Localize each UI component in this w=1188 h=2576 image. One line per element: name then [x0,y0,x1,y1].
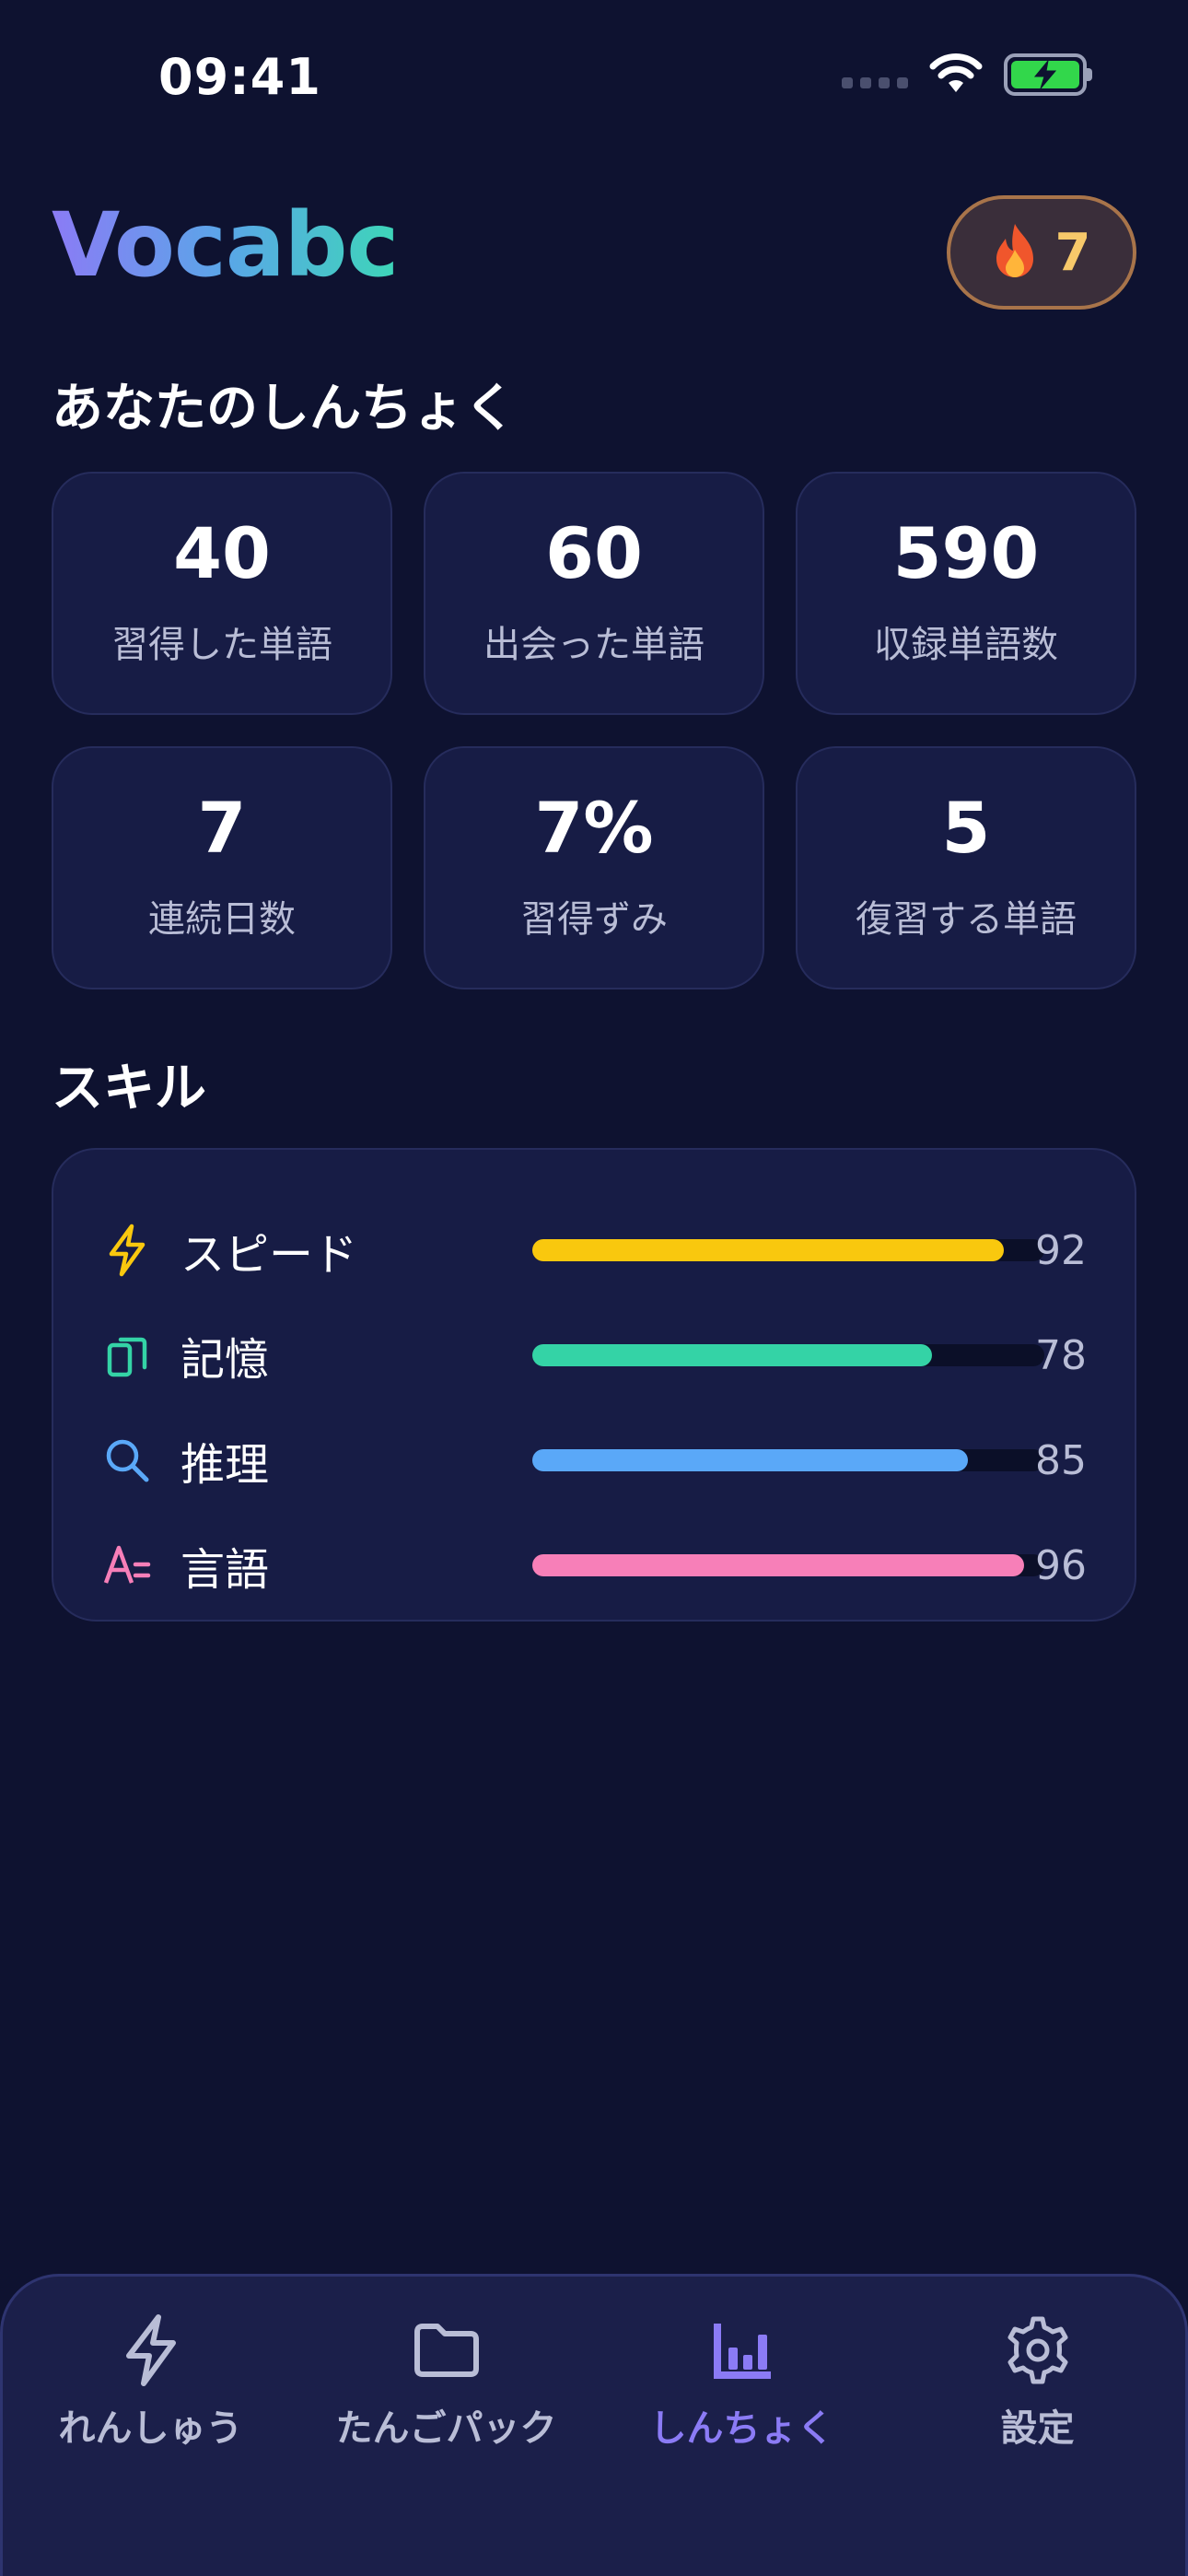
skill-name: 記憶 [181,1334,270,1386]
skill-bar [532,1449,1044,1471]
bottom-nav: れんしゅう たんごパック しんちょく 設定 [0,2274,1188,2576]
flame-icon [993,222,1037,283]
streak-badge[interactable]: 7 [947,195,1136,310]
skill-bar [532,1344,1044,1366]
lightning-icon [114,2313,188,2387]
memory-cards-icon [101,1329,153,1381]
skill-row-speed: スピード 92 [101,1198,1087,1303]
app-logo: Vocabc [52,193,399,297]
stat-value: 7% [534,787,654,869]
skill-name: スピード [181,1229,358,1281]
skill-value: 78 [1035,1331,1087,1379]
streak-count: 7 [1054,222,1091,283]
stat-label: 連続日数 [148,898,296,941]
search-icon [101,1434,153,1486]
stat-label: 出会った単語 [483,624,705,666]
nav-label: 設定 [1000,2407,1075,2450]
skill-bar-fill [532,1554,1024,1576]
nav-label: しんちょく [649,2407,834,2450]
skill-row-reasoning: 推理 85 [101,1408,1087,1513]
skill-value: 96 [1035,1541,1087,1589]
stat-value: 60 [545,512,643,594]
nav-label: たんごパック [335,2407,557,2450]
skill-name: 推理 [181,1439,270,1491]
skills-title: スキル [52,1059,206,1118]
folder-icon [410,2313,483,2387]
stat-label: 復習する単語 [856,898,1077,941]
nav-item-settings[interactable]: 設定 [890,2313,1185,2576]
nav-item-progress[interactable]: しんちょく [594,2313,890,2576]
stat-card-total-words: 590 収録単語数 [796,472,1136,715]
skill-bar [532,1239,1044,1261]
progress-screen: 09:41 Vocabc 7 あなたのしんちょく 40 習得した単語 60 出会… [0,0,1188,2576]
stat-card-mastered-percent: 7% 習得ずみ [424,746,764,989]
stats-grid: 40 習得した単語 60 出会った単語 590 収録単語数 7 連続日数 7% … [52,472,1136,989]
stat-card-review-words: 5 復習する単語 [796,746,1136,989]
skill-bar-fill [532,1449,968,1471]
skills-card: スピード 92 記憶 78 推理 85 言語 96 [52,1148,1136,1622]
stat-label: 習得ずみ [520,898,668,941]
nav-item-practice[interactable]: れんしゅう [3,2313,298,2576]
skill-bar-fill [532,1344,932,1366]
status-time: 09:41 [158,48,321,106]
charging-bolt-icon [1033,61,1057,88]
progress-title: あなたのしんちょく [52,379,516,439]
battery-icon [1004,53,1092,96]
stat-card-mastered: 40 習得した単語 [52,472,392,715]
skill-row-language: 言語 96 [101,1513,1087,1618]
skill-value: 85 [1035,1436,1087,1484]
status-indicators [842,52,1092,98]
language-icon [101,1540,153,1591]
lightning-icon [101,1224,153,1277]
stat-label: 習得した単語 [111,624,332,666]
skill-row-memory: 記憶 78 [101,1303,1087,1408]
nav-label: れんしゅう [58,2407,243,2450]
nav-item-word-packs[interactable]: たんごパック [298,2313,594,2576]
skill-bar [532,1554,1044,1576]
stat-value: 5 [941,787,991,869]
skill-bar-fill [532,1239,1004,1261]
skill-value: 92 [1035,1226,1087,1274]
stat-value: 7 [197,787,247,869]
chart-icon [705,2313,779,2387]
wifi-icon [928,52,984,98]
stat-card-encountered: 60 出会った単語 [424,472,764,715]
skill-name: 言語 [181,1544,270,1596]
gear-icon [1001,2313,1075,2387]
stat-label: 収録単語数 [874,624,1058,666]
stat-value: 40 [173,512,271,594]
stat-value: 590 [892,512,1040,594]
signal-icon [842,77,908,88]
stat-card-streak-days: 7 連続日数 [52,746,392,989]
